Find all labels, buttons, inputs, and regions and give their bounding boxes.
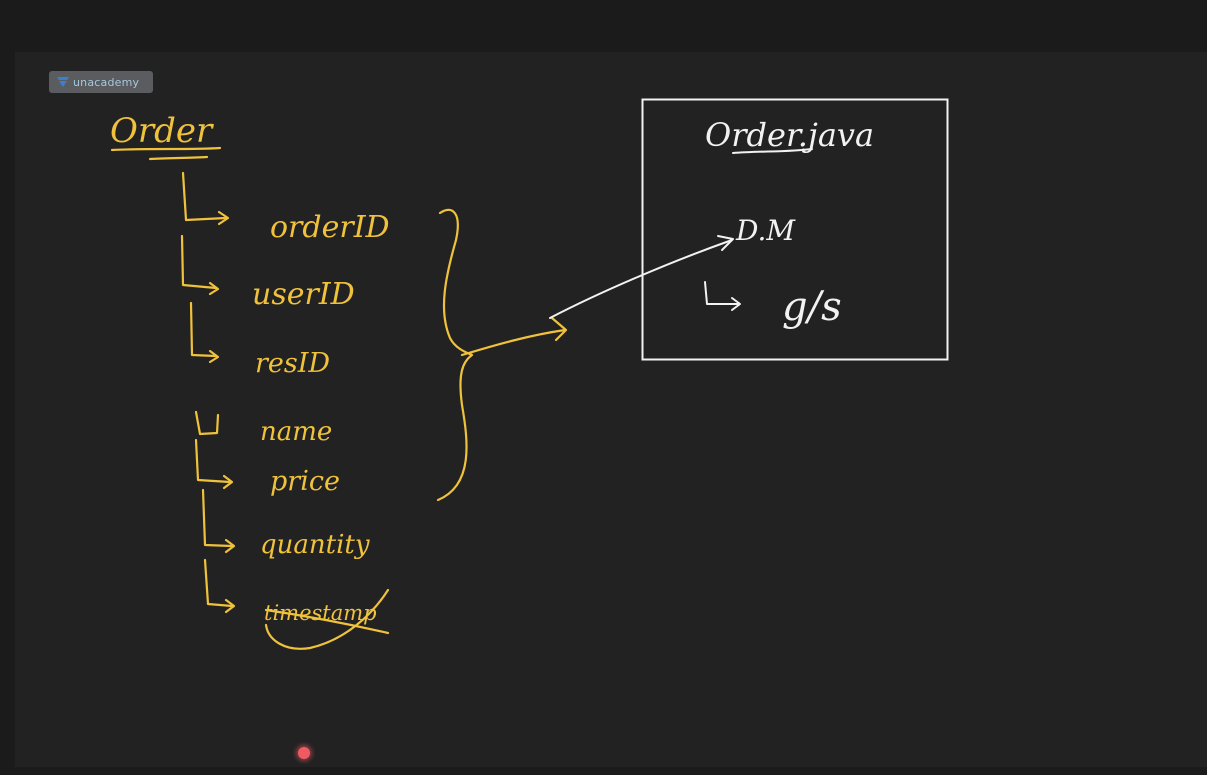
- box-line-1: D.M: [735, 214, 796, 247]
- box-sub-branch: [704, 281, 739, 305]
- box-line-2: g/s: [782, 284, 842, 330]
- field-label: quantity: [260, 530, 370, 560]
- field-label: userID: [252, 277, 355, 312]
- brace-arrowhead: [550, 316, 568, 342]
- field-label: name: [260, 417, 332, 447]
- branch-6: [201, 488, 234, 548]
- whiteboard-drawing: Order orderID userID resID name price qu…: [110, 98, 949, 650]
- grouping-brace: [436, 208, 474, 502]
- field-label: resID: [255, 348, 330, 379]
- laser-pointer: [298, 747, 310, 759]
- branch-4: [194, 410, 220, 436]
- box-title: Order.java: [705, 116, 874, 154]
- whiteboard-screen: unacademy Order orderID userID resID nam…: [0, 0, 1207, 775]
- box-arrow: [549, 239, 733, 319]
- field-label: orderID: [270, 210, 390, 245]
- title-underline-2: [148, 155, 209, 161]
- brace-arrow: [460, 328, 567, 357]
- branch-7: [203, 558, 234, 608]
- board-title: Order: [110, 111, 214, 151]
- branch-3: [189, 301, 218, 358]
- field-label: price: [270, 466, 340, 497]
- branch-2: [180, 234, 218, 290]
